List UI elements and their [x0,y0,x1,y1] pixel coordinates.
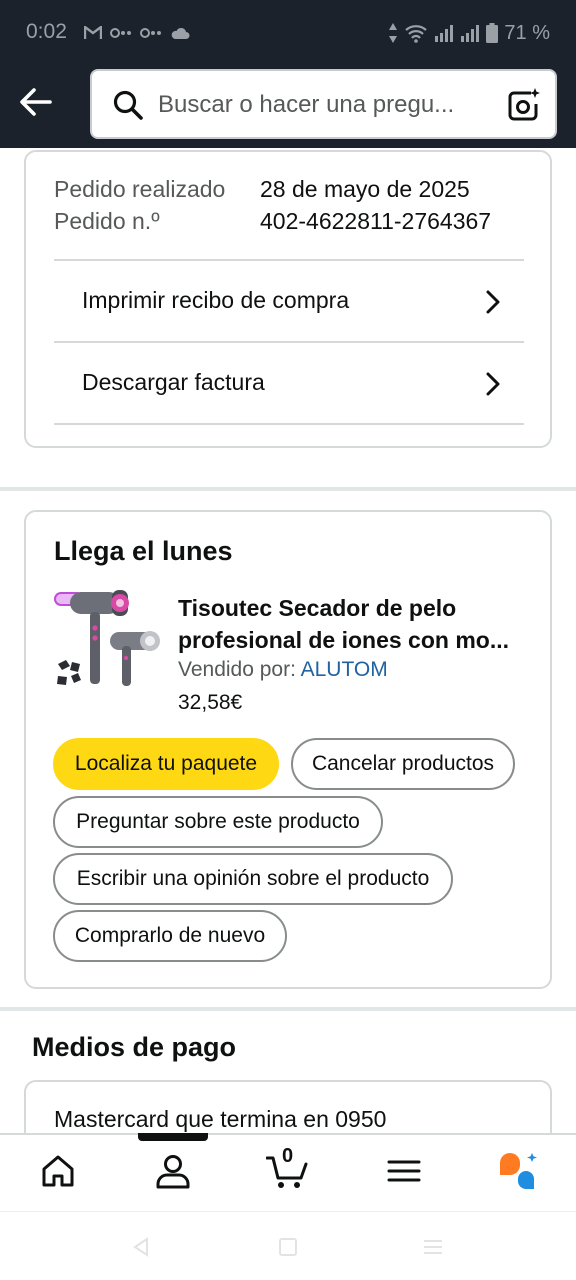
search-header: Buscar o hacer una pregu... [0,64,576,148]
order-number-row: Pedido n.º 402-4622811-2764367 [54,208,491,235]
payment-method-text: Mastercard que termina en 0950 [54,1106,387,1132]
order-date-label: Pedido realizado [54,176,226,202]
search-placeholder: Buscar o hacer una pregu... [158,91,455,118]
seller-link[interactable]: ALUTOM [301,658,388,681]
bottom-navigation: 0 [0,1133,576,1211]
section-divider [0,487,576,491]
print-receipt-link[interactable]: Imprimir recibo de compra [54,259,524,341]
status-time: 0:02 [26,20,67,43]
battery-icon [486,23,499,43]
search-input[interactable]: Buscar o hacer una pregu... [90,69,557,139]
active-tab-indicator [138,1133,208,1141]
home-icon[interactable] [38,1151,78,1191]
ask-product-question-button[interactable]: Preguntar sobre este producto [53,796,383,848]
delivery-status-title: Llega el lunes [54,536,233,566]
rufus-icon[interactable] [496,1151,540,1191]
cloud-icon [171,27,190,39]
chevron-right-icon [486,372,500,396]
search-icon [113,90,143,120]
app-notification-icon [110,28,131,38]
status-bar: 0:02 71 % [0,0,576,64]
write-review-button[interactable]: Escribir una opinión sobre el producto [53,853,453,905]
order-date-row: Pedido realizado 28 de mayo de 2025 [54,176,470,203]
signal-icon [435,25,454,42]
cart-button[interactable]: 0 [265,1145,312,1191]
print-receipt-label: Imprimir recibo de compra [82,287,350,313]
payment-methods-title: Medios de pago [32,1032,237,1062]
back-icon[interactable] [130,1236,152,1258]
track-package-button[interactable]: Localiza tu paquete [53,738,279,790]
order-number-label: Pedido n.º [54,208,160,234]
order-date-value: 28 de mayo de 2025 [260,176,470,202]
back-arrow-icon[interactable] [14,80,58,124]
download-invoice-label: Descargar factura [82,369,265,395]
section-divider [0,1007,576,1011]
seller-line: Vendido por: ALUTOM [178,658,388,682]
data-transfer-icon [389,23,398,43]
product-image[interactable] [52,588,164,696]
divider [54,423,524,425]
download-invoice-link[interactable]: Descargar factura [54,341,524,423]
home-square-icon[interactable] [277,1236,299,1258]
cart-count: 0 [282,1145,294,1167]
menu-icon[interactable] [384,1151,424,1191]
product-price: 32,58€ [178,691,243,714]
battery-level: 71 % [504,21,550,44]
gmail-icon [84,26,102,39]
app-notification-icon [140,28,161,38]
profile-icon[interactable] [153,1151,193,1191]
buy-again-button[interactable]: Comprarlo de nuevo [53,910,287,962]
order-info-card: Pedido realizado 28 de mayo de 2025 Pedi… [24,150,552,448]
system-navigation-bar [0,1211,576,1280]
signal-icon [461,25,480,42]
order-number-value: 402-4622811-2764367 [260,208,492,234]
status-right: 71 % [388,20,550,46]
product-title-link[interactable]: Tisoutec Secador de pelo profesional de … [178,592,530,656]
recents-icon[interactable] [422,1236,444,1258]
cancel-items-button[interactable]: Cancelar productos [291,738,515,790]
camera-search-icon[interactable] [505,87,541,123]
chevron-right-icon [486,290,500,314]
seller-prefix: Vendido por: [178,658,296,681]
wifi-icon [405,25,428,43]
shipment-card: Llega el lunes Tisoutec Secador de pelo … [24,510,552,989]
notification-icons [84,22,190,44]
